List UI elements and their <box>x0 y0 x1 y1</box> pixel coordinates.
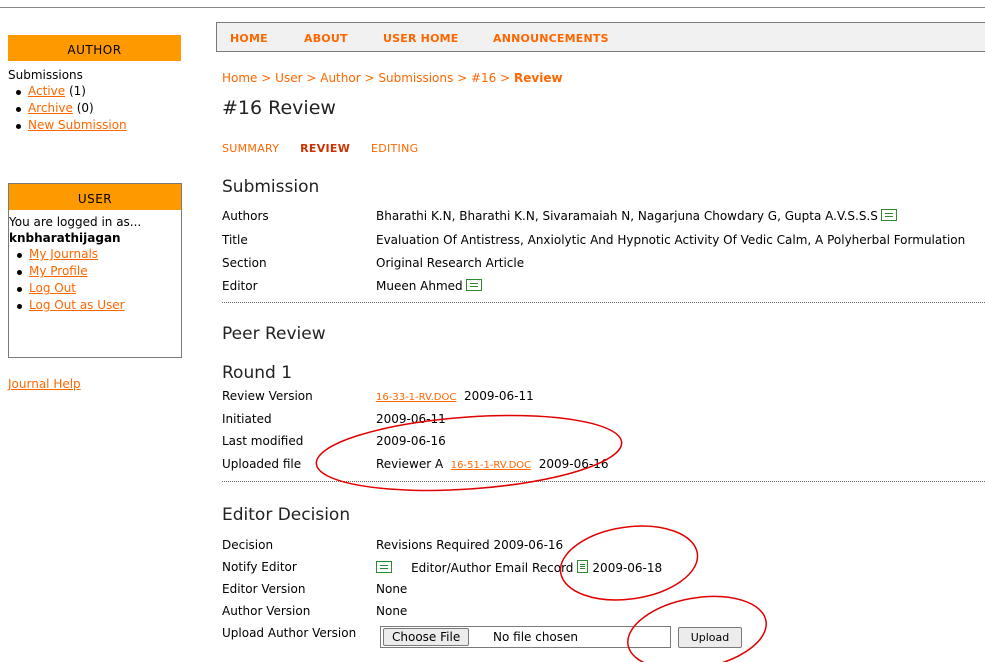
nav-home[interactable]: HOME <box>230 32 268 45</box>
active-count: (1) <box>68 84 86 98</box>
sidebar-link-new-submission[interactable]: New Submission <box>28 118 127 132</box>
editor-value: Mueen Ahmed <box>376 279 463 293</box>
decision-value: Revisions Required 2009-06-16 <box>376 538 564 552</box>
section-label: Section <box>222 256 267 270</box>
journal-help-link[interactable]: Journal Help <box>8 377 81 391</box>
sidebar-link-archive[interactable]: Archive <box>28 101 73 115</box>
breadcrumb-separator: > <box>500 71 511 85</box>
top-divider <box>0 7 985 8</box>
email-record-date: 2009-06-18 <box>592 561 663 575</box>
tab-review[interactable]: REVIEW <box>300 142 350 155</box>
section-divider <box>222 481 985 482</box>
sidebar-item-log-out-as-user: Log Out as User <box>17 297 181 314</box>
uploaded-file-date: 2009-06-16 <box>538 457 609 471</box>
sidebar-author-header: AUTHOR <box>8 35 181 61</box>
nav-announcements[interactable]: ANNOUNCEMENTS <box>493 32 609 45</box>
editor-version-value: None <box>376 582 408 596</box>
email-authors-icon[interactable] <box>880 209 897 221</box>
breadcrumb-author[interactable]: Author <box>320 71 360 85</box>
section-divider <box>222 302 985 303</box>
sidebar-item-new-submission: New Submission <box>16 117 181 134</box>
nav-about[interactable]: ABOUT <box>304 32 348 45</box>
breadcrumb-separator: > <box>364 71 375 85</box>
archive-count: (0) <box>76 101 94 115</box>
author-version-value: None <box>376 604 408 618</box>
breadcrumb: Home > User > Author > Submissions > #16… <box>222 71 563 85</box>
username: knbharathijagan <box>9 231 121 245</box>
uploaded-file-value: Reviewer A 16-51-1-RV.DOC 2009-06-16 <box>376 457 609 471</box>
uploaded-file-reviewer: Reviewer A <box>376 457 444 471</box>
initiated-label: Initiated <box>222 412 272 426</box>
notify-editor-value: Editor/Author Email Record 2009-06-18 <box>376 560 662 575</box>
sidebar-item-active: Active (1) <box>16 83 181 100</box>
last-modified-value: 2009-06-16 <box>376 434 446 448</box>
title-label: Title <box>222 233 248 247</box>
upload-button[interactable]: Upload <box>678 627 742 648</box>
breadcrumb-separator: > <box>261 71 272 85</box>
author-version-label: Author Version <box>222 604 311 618</box>
authors-value-wrap: Bharathi K.N, Bharathi K.N, Sivaramaiah … <box>376 209 897 223</box>
sidebar-author-block: AUTHOR Submissions Active (1) Archive (0… <box>8 35 181 134</box>
sidebar-user-header: USER <box>9 184 181 210</box>
file-input[interactable]: Choose File No file chosen <box>380 626 671 648</box>
tab-editing[interactable]: EDITING <box>371 142 418 155</box>
breadcrumb-home[interactable]: Home <box>222 71 257 85</box>
tab-summary[interactable]: SUMMARY <box>222 142 279 155</box>
annotation-ellipse <box>627 595 767 662</box>
authors-value: Bharathi K.N, Bharathi K.N, Sivaramaiah … <box>376 209 878 223</box>
top-navbar: HOME ABOUT USER HOME ANNOUNCEMENTS <box>216 22 985 52</box>
email-record-doc-icon[interactable] <box>577 560 589 573</box>
sidebar-user-block: USER You are logged in as... knbharathij… <box>8 183 182 358</box>
peer-review-heading: Peer Review <box>222 324 326 344</box>
upload-author-version-label: Upload Author Version <box>222 626 357 640</box>
choose-file-button[interactable]: Choose File <box>383 628 470 646</box>
authors-label: Authors <box>222 209 269 223</box>
sidebar-item-my-journals: My Journals <box>17 246 181 263</box>
breadcrumb-separator: > <box>306 71 317 85</box>
breadcrumb-separator: > <box>457 71 468 85</box>
sidebar-item-log-out: Log Out <box>17 280 181 297</box>
sidebar-link-active[interactable]: Active <box>28 84 65 98</box>
sidebar-link-my-journals[interactable]: My Journals <box>29 247 98 261</box>
sidebar-item-archive: Archive (0) <box>16 100 181 117</box>
notify-editor-mail-icon[interactable] <box>376 561 392 573</box>
review-version-value: 16-33-1-RV.DOC 2009-06-11 <box>376 389 534 403</box>
sidebar-submissions-label: Submissions <box>8 68 83 82</box>
editor-decision-heading: Editor Decision <box>222 505 351 525</box>
annotation-ellipse <box>315 414 623 492</box>
editor-label: Editor <box>222 279 258 293</box>
sidebar-user-list: My Journals My Profile Log Out Log Out a… <box>9 246 181 314</box>
file-status-text: No file chosen <box>493 630 579 644</box>
sidebar-link-log-out[interactable]: Log Out <box>29 281 76 295</box>
submission-heading: Submission <box>222 177 320 197</box>
logged-in-text: You are logged in as... <box>9 215 142 229</box>
section-value: Original Research Article <box>376 256 525 270</box>
sub-tabs: SUMMARY REVIEW EDITING <box>222 142 435 155</box>
review-version-label: Review Version <box>222 389 313 403</box>
initiated-value: 2009-06-11 <box>376 412 446 426</box>
decision-label: Decision <box>222 538 274 552</box>
breadcrumb-submission-16[interactable]: #16 <box>471 71 496 85</box>
email-editor-icon[interactable] <box>465 279 482 291</box>
email-record-text: Editor/Author Email Record <box>411 561 574 575</box>
sidebar-submissions-list: Active (1) Archive (0) New Submission <box>8 83 181 134</box>
sidebar-item-my-profile: My Profile <box>17 263 181 280</box>
last-modified-label: Last modified <box>222 434 304 448</box>
nav-user-home[interactable]: USER HOME <box>383 32 459 45</box>
breadcrumb-current: Review <box>514 71 563 85</box>
title-value: Evaluation Of Antistress, Anxiolytic And… <box>376 233 966 247</box>
breadcrumb-submissions[interactable]: Submissions <box>378 71 453 85</box>
review-version-file-link[interactable]: 16-33-1-RV.DOC <box>376 392 456 403</box>
review-version-date: 2009-06-11 <box>463 389 534 403</box>
breadcrumb-user[interactable]: User <box>275 71 302 85</box>
page-title: #16 Review <box>222 97 336 119</box>
editor-value-wrap: Mueen Ahmed <box>376 279 482 293</box>
editor-version-label: Editor Version <box>222 582 306 596</box>
uploaded-file-label: Uploaded file <box>222 457 302 471</box>
uploaded-file-link[interactable]: 16-51-1-RV.DOC <box>451 460 531 471</box>
sidebar-link-my-profile[interactable]: My Profile <box>29 264 88 278</box>
sidebar-link-log-out-as-user[interactable]: Log Out as User <box>29 298 125 312</box>
notify-editor-label: Notify Editor <box>222 560 297 574</box>
round-heading: Round 1 <box>222 363 293 383</box>
